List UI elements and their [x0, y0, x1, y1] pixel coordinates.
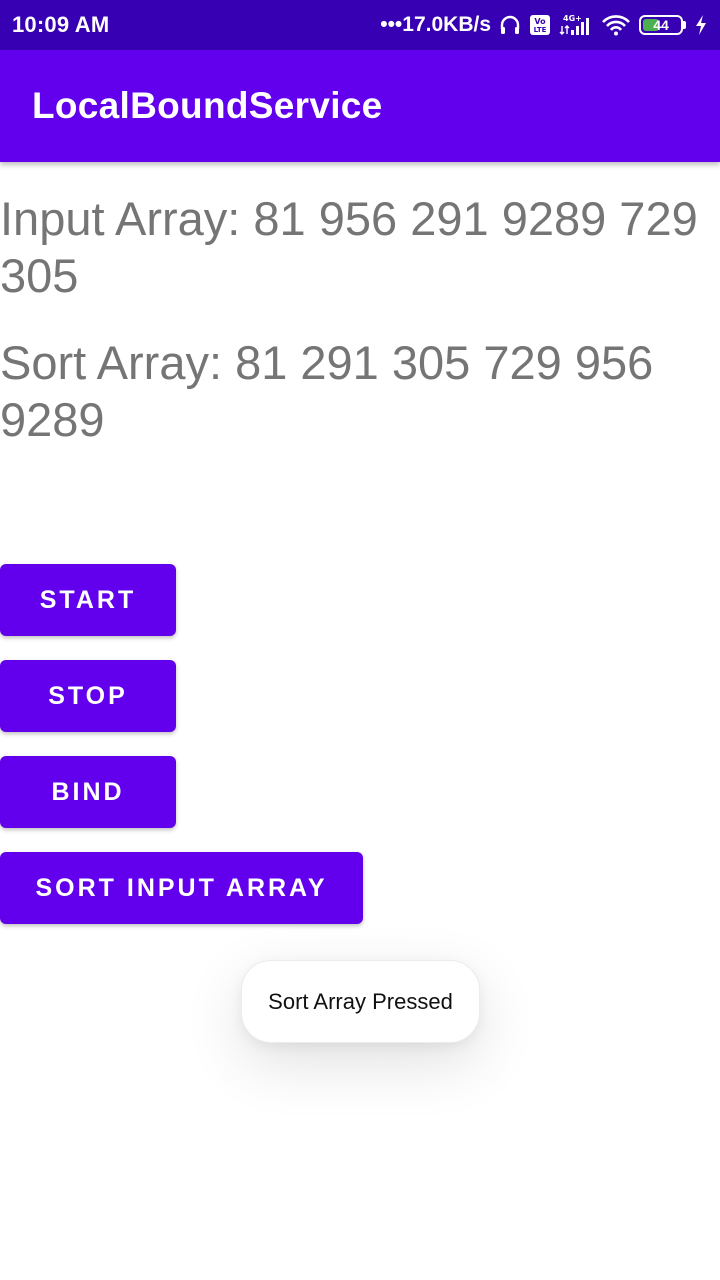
status-icons: •••17.0KB/s Vo LTE 4G+ 44 [380, 13, 708, 37]
status-time: 10:09 AM [12, 12, 110, 37]
start-button[interactable]: START [0, 564, 176, 636]
toast-message: Sort Array Pressed [241, 960, 480, 1043]
bind-button[interactable]: BIND [0, 756, 176, 828]
input-array-text: Input Array: 81 956 291 9289 729 305 [0, 192, 698, 302]
battery-level: 44 [653, 17, 669, 33]
signal-4g-icon: 4G+ [559, 13, 593, 37]
svg-text:4G+: 4G+ [563, 14, 582, 23]
sort-input-array-button[interactable]: SORT INPUT ARRAY [0, 852, 363, 924]
stop-button[interactable]: STOP [0, 660, 176, 732]
volte-icon: Vo LTE [529, 14, 551, 36]
headphones-icon [499, 14, 521, 36]
toast-text: Sort Array Pressed [268, 988, 453, 1014]
network-speed: •••17.0KB/s [380, 13, 491, 36]
app-bar: LocalBoundService [0, 50, 720, 162]
wifi-icon [601, 14, 631, 36]
sort-array-text: Sort Array: 81 291 305 729 956 9289 [0, 336, 654, 446]
svg-text:Vo: Vo [534, 17, 546, 26]
svg-text:LTE: LTE [534, 26, 547, 34]
app-title: LocalBoundService [32, 85, 383, 126]
battery-icon: 44 [639, 15, 686, 35]
charging-bolt-icon [694, 14, 708, 36]
status-bar: 10:09 AM •••17.0KB/s Vo LTE 4G+ 44 [0, 0, 720, 50]
